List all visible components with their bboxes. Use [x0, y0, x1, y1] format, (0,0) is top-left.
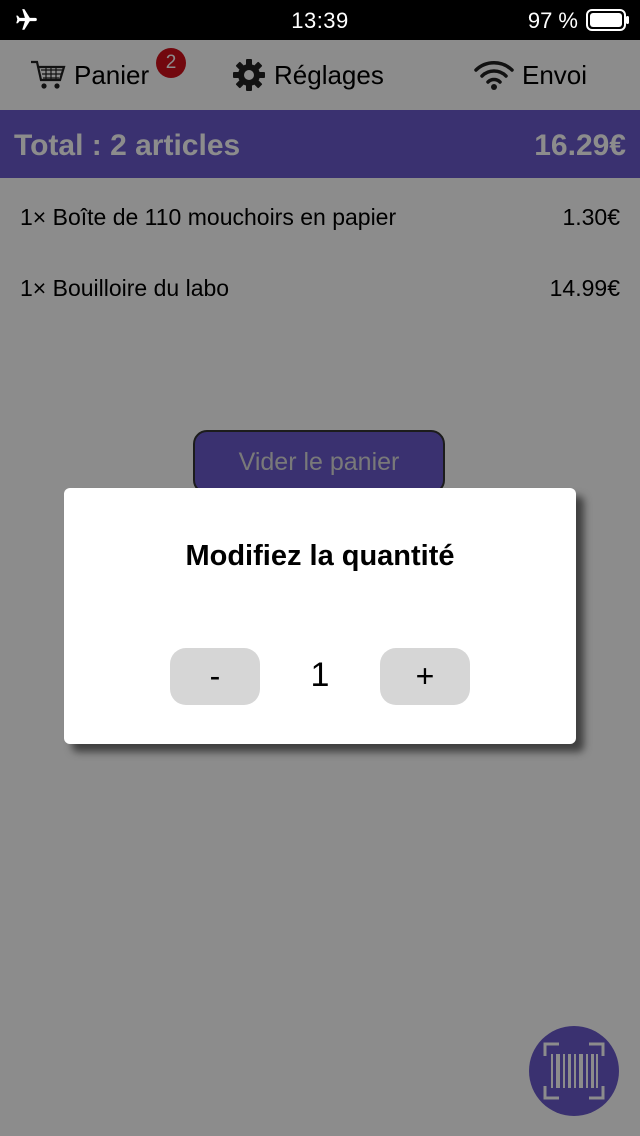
quantity-dialog: Modifiez la quantité - 1 +: [64, 488, 576, 744]
battery-icon: [586, 9, 629, 31]
dialog-title: Modifiez la quantité: [185, 540, 455, 572]
increment-button[interactable]: +: [380, 648, 470, 705]
status-bar: 13:39 97 %: [0, 0, 640, 40]
quantity-value: 1: [310, 656, 330, 694]
battery-percentage: 97 %: [527, 8, 578, 33]
decrement-button[interactable]: -: [170, 648, 260, 705]
